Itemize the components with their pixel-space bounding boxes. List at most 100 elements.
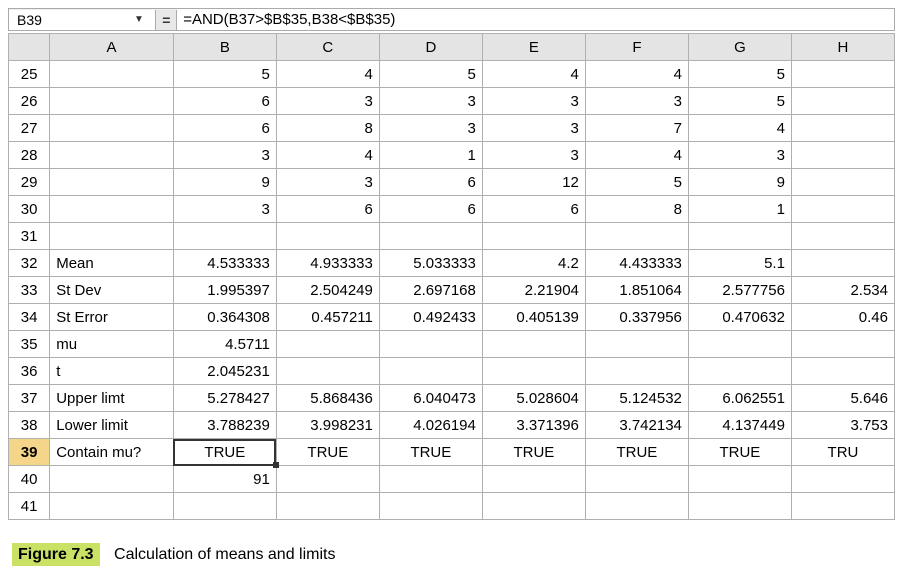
cell[interactable]: 3 bbox=[482, 88, 585, 115]
cell[interactable]: 4 bbox=[585, 61, 688, 88]
cell[interactable]: 3 bbox=[688, 142, 791, 169]
cell[interactable]: 1.851064 bbox=[585, 277, 688, 304]
cell[interactable]: 9 bbox=[688, 169, 791, 196]
cell[interactable] bbox=[50, 115, 174, 142]
row-header[interactable]: 28 bbox=[9, 142, 50, 169]
row-header[interactable]: 38 bbox=[9, 412, 50, 439]
cell[interactable]: St Error bbox=[50, 304, 174, 331]
cell[interactable]: 6.062551 bbox=[688, 385, 791, 412]
spreadsheet-grid[interactable]: A B C D E F G H 255454452663333527683374… bbox=[8, 33, 895, 520]
cell[interactable] bbox=[688, 493, 791, 520]
cell[interactable] bbox=[50, 88, 174, 115]
cell[interactable] bbox=[276, 493, 379, 520]
cell[interactable]: 3 bbox=[276, 169, 379, 196]
cell[interactable] bbox=[276, 358, 379, 385]
cell[interactable] bbox=[482, 358, 585, 385]
cell[interactable]: 1.995397 bbox=[173, 277, 276, 304]
cell[interactable] bbox=[50, 466, 174, 493]
cell[interactable] bbox=[482, 223, 585, 250]
cell[interactable]: TRU bbox=[791, 439, 894, 466]
cell[interactable] bbox=[791, 250, 894, 277]
row-header[interactable]: 27 bbox=[9, 115, 50, 142]
cell[interactable]: 8 bbox=[276, 115, 379, 142]
cell[interactable] bbox=[379, 331, 482, 358]
row-header[interactable]: 41 bbox=[9, 493, 50, 520]
cell[interactable]: 6 bbox=[379, 196, 482, 223]
cell[interactable]: 5 bbox=[688, 88, 791, 115]
col-header-A[interactable]: A bbox=[50, 34, 174, 61]
row-header[interactable]: 25 bbox=[9, 61, 50, 88]
row-header[interactable]: 30 bbox=[9, 196, 50, 223]
cell[interactable]: 2.045231 bbox=[173, 358, 276, 385]
cell[interactable]: 2.697168 bbox=[379, 277, 482, 304]
cell[interactable]: 4.533333 bbox=[173, 250, 276, 277]
row-header[interactable]: 26 bbox=[9, 88, 50, 115]
cell[interactable]: 5.646 bbox=[791, 385, 894, 412]
cell[interactable]: 4 bbox=[276, 61, 379, 88]
cell[interactable]: 91 bbox=[173, 466, 276, 493]
cell[interactable]: 3 bbox=[173, 142, 276, 169]
row-header[interactable]: 37 bbox=[9, 385, 50, 412]
cell[interactable]: 5.278427 bbox=[173, 385, 276, 412]
row-header[interactable]: 36 bbox=[9, 358, 50, 385]
cell[interactable]: 4.5711 bbox=[173, 331, 276, 358]
cell[interactable]: 3 bbox=[276, 88, 379, 115]
select-all-corner[interactable] bbox=[9, 34, 50, 61]
cell[interactable]: 6 bbox=[173, 115, 276, 142]
cell[interactable]: 5 bbox=[585, 169, 688, 196]
cell[interactable] bbox=[482, 466, 585, 493]
cell[interactable] bbox=[791, 466, 894, 493]
cell[interactable]: 4 bbox=[585, 142, 688, 169]
cell[interactable]: TRUE bbox=[585, 439, 688, 466]
cell[interactable] bbox=[276, 466, 379, 493]
row-header[interactable]: 29 bbox=[9, 169, 50, 196]
cell[interactable]: 4 bbox=[688, 115, 791, 142]
cell[interactable]: 3 bbox=[585, 88, 688, 115]
cell[interactable]: 6 bbox=[379, 169, 482, 196]
col-header-F[interactable]: F bbox=[585, 34, 688, 61]
cell[interactable] bbox=[379, 493, 482, 520]
cell[interactable] bbox=[50, 142, 174, 169]
cell[interactable] bbox=[688, 331, 791, 358]
cell[interactable]: 5.1 bbox=[688, 250, 791, 277]
row-header[interactable]: 33 bbox=[9, 277, 50, 304]
cell[interactable] bbox=[379, 223, 482, 250]
cell[interactable] bbox=[791, 169, 894, 196]
cell[interactable]: 0.492433 bbox=[379, 304, 482, 331]
cell[interactable]: t bbox=[50, 358, 174, 385]
cell[interactable]: 3.742134 bbox=[585, 412, 688, 439]
cell[interactable]: 0.364308 bbox=[173, 304, 276, 331]
cell[interactable] bbox=[791, 115, 894, 142]
cell[interactable]: 6 bbox=[482, 196, 585, 223]
cell[interactable]: 3.371396 bbox=[482, 412, 585, 439]
cell[interactable]: Mean bbox=[50, 250, 174, 277]
cell[interactable] bbox=[791, 358, 894, 385]
cell[interactable]: 5 bbox=[379, 61, 482, 88]
col-header-D[interactable]: D bbox=[379, 34, 482, 61]
row-header[interactable]: 31 bbox=[9, 223, 50, 250]
col-header-B[interactable]: B bbox=[173, 34, 276, 61]
cell[interactable]: 3.753 bbox=[791, 412, 894, 439]
cell[interactable]: 5 bbox=[688, 61, 791, 88]
cell[interactable]: 7 bbox=[585, 115, 688, 142]
cell[interactable]: 4.026194 bbox=[379, 412, 482, 439]
cell[interactable] bbox=[482, 493, 585, 520]
cell[interactable]: TRUE bbox=[276, 439, 379, 466]
row-header[interactable]: 32 bbox=[9, 250, 50, 277]
cell[interactable] bbox=[791, 223, 894, 250]
col-header-H[interactable]: H bbox=[791, 34, 894, 61]
cell[interactable]: 2.21904 bbox=[482, 277, 585, 304]
row-header[interactable]: 34 bbox=[9, 304, 50, 331]
cell[interactable]: 9 bbox=[173, 169, 276, 196]
cell[interactable]: 3 bbox=[482, 142, 585, 169]
cell[interactable]: 4 bbox=[276, 142, 379, 169]
cell[interactable]: 4.433333 bbox=[585, 250, 688, 277]
cell[interactable]: 4.137449 bbox=[688, 412, 791, 439]
cell[interactable]: 12 bbox=[482, 169, 585, 196]
row-header[interactable]: 35 bbox=[9, 331, 50, 358]
col-header-E[interactable]: E bbox=[482, 34, 585, 61]
cell[interactable]: Lower limit bbox=[50, 412, 174, 439]
cell[interactable] bbox=[688, 466, 791, 493]
cell[interactable]: 5.124532 bbox=[585, 385, 688, 412]
cell[interactable] bbox=[50, 223, 174, 250]
